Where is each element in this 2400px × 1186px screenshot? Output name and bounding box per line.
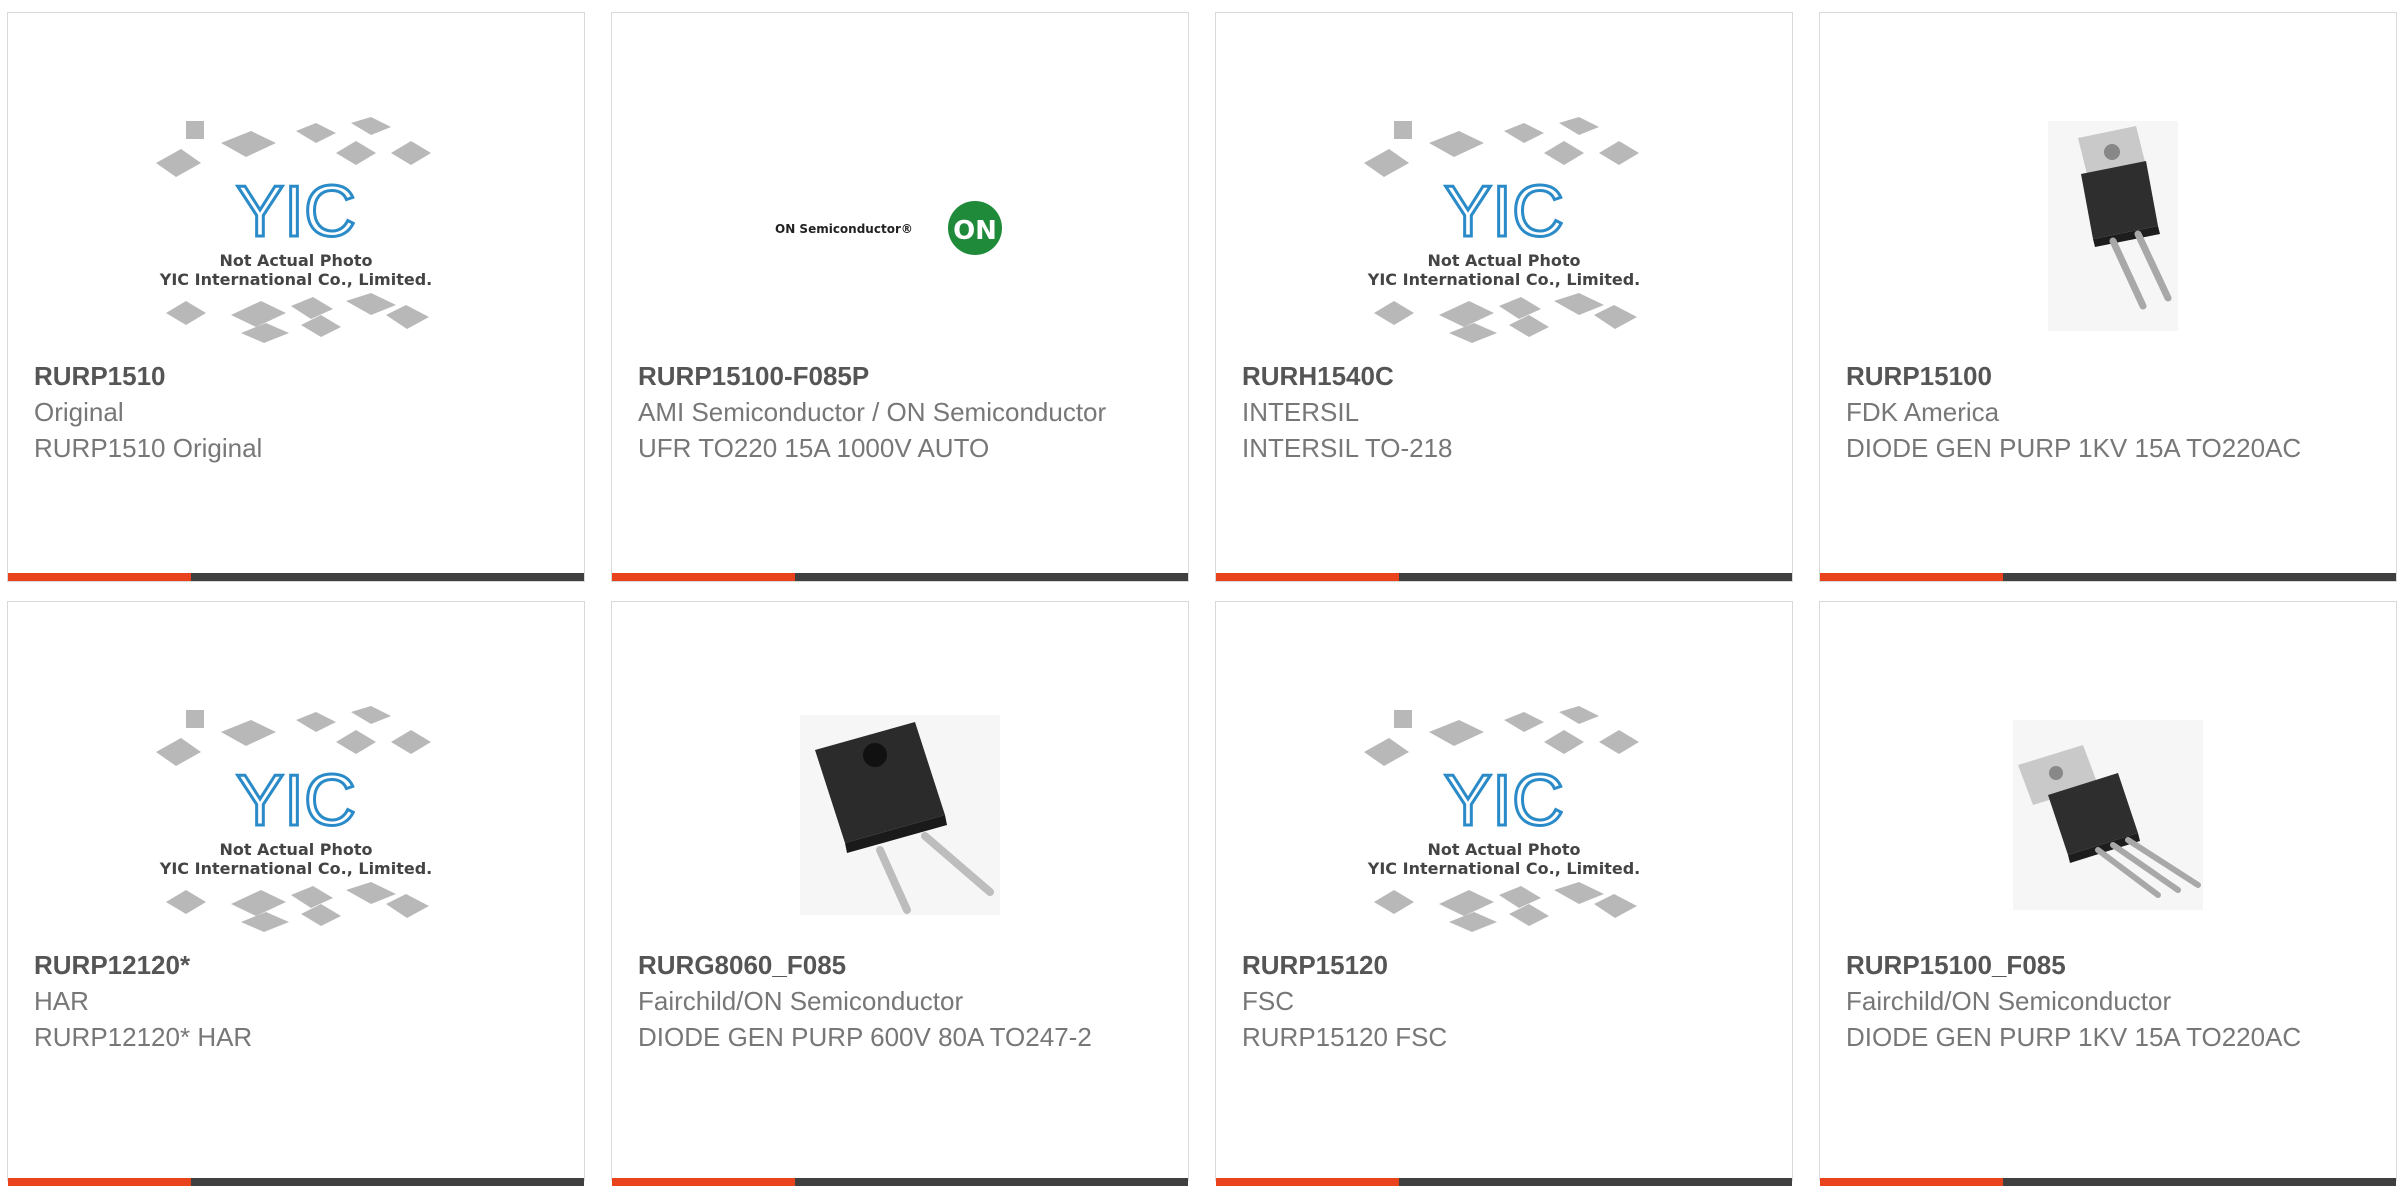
svg-text:ON: ON xyxy=(953,216,997,246)
product-image[interactable] xyxy=(612,682,1188,947)
svg-text:ON Semiconductor®: ON Semiconductor® xyxy=(775,222,913,236)
part-number[interactable]: RURP15100-F085P xyxy=(638,358,1168,394)
to247-2lead-image xyxy=(800,714,1000,915)
product-card[interactable]: RURP15100_F085 Fairchild/ON Semiconducto… xyxy=(1819,601,2397,1186)
part-number[interactable]: RURP15100_F085 xyxy=(1846,947,2376,983)
manufacturer: Fairchild/ON Semiconductor xyxy=(1846,986,2172,1016)
description: DIODE GEN PURP 1KV 15A TO220AC xyxy=(1846,433,2302,463)
product-card[interactable]: YIC Not Actual Photo YIC International C… xyxy=(7,12,585,582)
to220-2lead-image xyxy=(2048,120,2178,331)
description: UFR TO220 15A 1000V AUTO xyxy=(638,433,990,463)
to220-3lead-image xyxy=(2013,719,2203,910)
description: RURP15120 FSC xyxy=(1242,1022,1448,1052)
product-image[interactable]: YIC Not Actual Photo YIC International C… xyxy=(8,682,584,947)
card-bottom-bar xyxy=(612,1178,1188,1186)
product-card[interactable]: YIC Not Actual Photo YIC International C… xyxy=(1215,601,1793,1186)
svg-text:YIC International Co., Limited: YIC International Co., Limited. xyxy=(159,270,432,289)
card-bottom-bar xyxy=(8,1178,584,1186)
product-image[interactable] xyxy=(1820,93,2396,358)
svg-text:YIC International Co., Limited: YIC International Co., Limited. xyxy=(159,859,432,878)
card-bottom-bar xyxy=(1820,1178,2396,1186)
svg-text:Not Actual Photo: Not Actual Photo xyxy=(219,840,372,859)
product-image[interactable]: YIC Not Actual Photo YIC International C… xyxy=(8,93,584,358)
yic-logo: YIC xyxy=(1444,172,1564,252)
product-image[interactable] xyxy=(1820,682,2396,947)
yic-placeholder-image: YIC Not Actual Photo YIC International C… xyxy=(1364,116,1640,343)
manufacturer: FDK America xyxy=(1846,397,2000,427)
part-number[interactable]: RURP1510 xyxy=(34,358,564,394)
card-bottom-bar xyxy=(1216,573,1792,581)
product-image[interactable]: YIC Not Actual Photo YIC International C… xyxy=(1216,682,1792,947)
description: RURP12120* HAR xyxy=(34,1022,253,1052)
yic-placeholder-image: YIC Not Actual Photo YIC International C… xyxy=(156,705,432,932)
yic-placeholder-image: YIC Not Actual Photo YIC International C… xyxy=(1364,705,1640,932)
on-semiconductor-logo: ON Semiconductor® ON xyxy=(775,200,1002,255)
product-card[interactable]: YIC Not Actual Photo YIC International C… xyxy=(7,601,585,1186)
product-card[interactable]: YIC Not Actual Photo YIC International C… xyxy=(1215,12,1793,582)
svg-text:YIC International Co., Limited: YIC International Co., Limited. xyxy=(1367,270,1640,289)
card-bottom-bar xyxy=(1216,1178,1792,1186)
card-bottom-bar xyxy=(8,573,584,581)
product-card[interactable]: RURG8060_F085 Fairchild/ON Semiconductor… xyxy=(611,601,1189,1186)
yic-logo: YIC xyxy=(236,172,356,252)
description: RURP1510 Original xyxy=(34,433,263,463)
manufacturer: FSC xyxy=(1242,986,1294,1016)
description: DIODE GEN PURP 1KV 15A TO220AC xyxy=(1846,1022,2302,1052)
manufacturer: Original xyxy=(34,397,124,427)
card-bottom-bar xyxy=(612,573,1188,581)
card-bottom-bar xyxy=(1820,573,2396,581)
svg-text:Not Actual Photo: Not Actual Photo xyxy=(1427,840,1580,859)
manufacturer: INTERSIL xyxy=(1242,397,1360,427)
svg-text:Not Actual Photo: Not Actual Photo xyxy=(1427,251,1580,270)
part-number[interactable]: RURG8060_F085 xyxy=(638,947,1168,983)
description: DIODE GEN PURP 600V 80A TO247-2 xyxy=(638,1022,1092,1052)
part-number[interactable]: RURH1540C xyxy=(1242,358,1772,394)
part-number[interactable]: RURP15120 xyxy=(1242,947,1772,983)
description: INTERSIL TO-218 xyxy=(1242,433,1453,463)
svg-text:Not Actual Photo: Not Actual Photo xyxy=(219,251,372,270)
yic-logo: YIC xyxy=(1444,761,1564,841)
product-card[interactable]: RURP15100 FDK America DIODE GEN PURP 1KV… xyxy=(1819,12,2397,582)
product-card[interactable]: ON Semiconductor® ON RURP15100-F085P AMI… xyxy=(611,12,1189,582)
svg-text:YIC International Co., Limited: YIC International Co., Limited. xyxy=(1367,859,1640,878)
manufacturer: HAR xyxy=(34,986,89,1016)
yic-logo: YIC xyxy=(236,761,356,841)
product-image[interactable]: ON Semiconductor® ON xyxy=(612,93,1188,358)
part-number[interactable]: RURP12120* xyxy=(34,947,564,983)
part-number[interactable]: RURP15100 xyxy=(1846,358,2376,394)
manufacturer: Fairchild/ON Semiconductor xyxy=(638,986,964,1016)
product-image[interactable]: YIC Not Actual Photo YIC International C… xyxy=(1216,93,1792,358)
manufacturer: AMI Semiconductor / ON Semiconductor xyxy=(638,397,1107,427)
yic-placeholder-image: YIC Not Actual Photo YIC International C… xyxy=(156,116,432,343)
